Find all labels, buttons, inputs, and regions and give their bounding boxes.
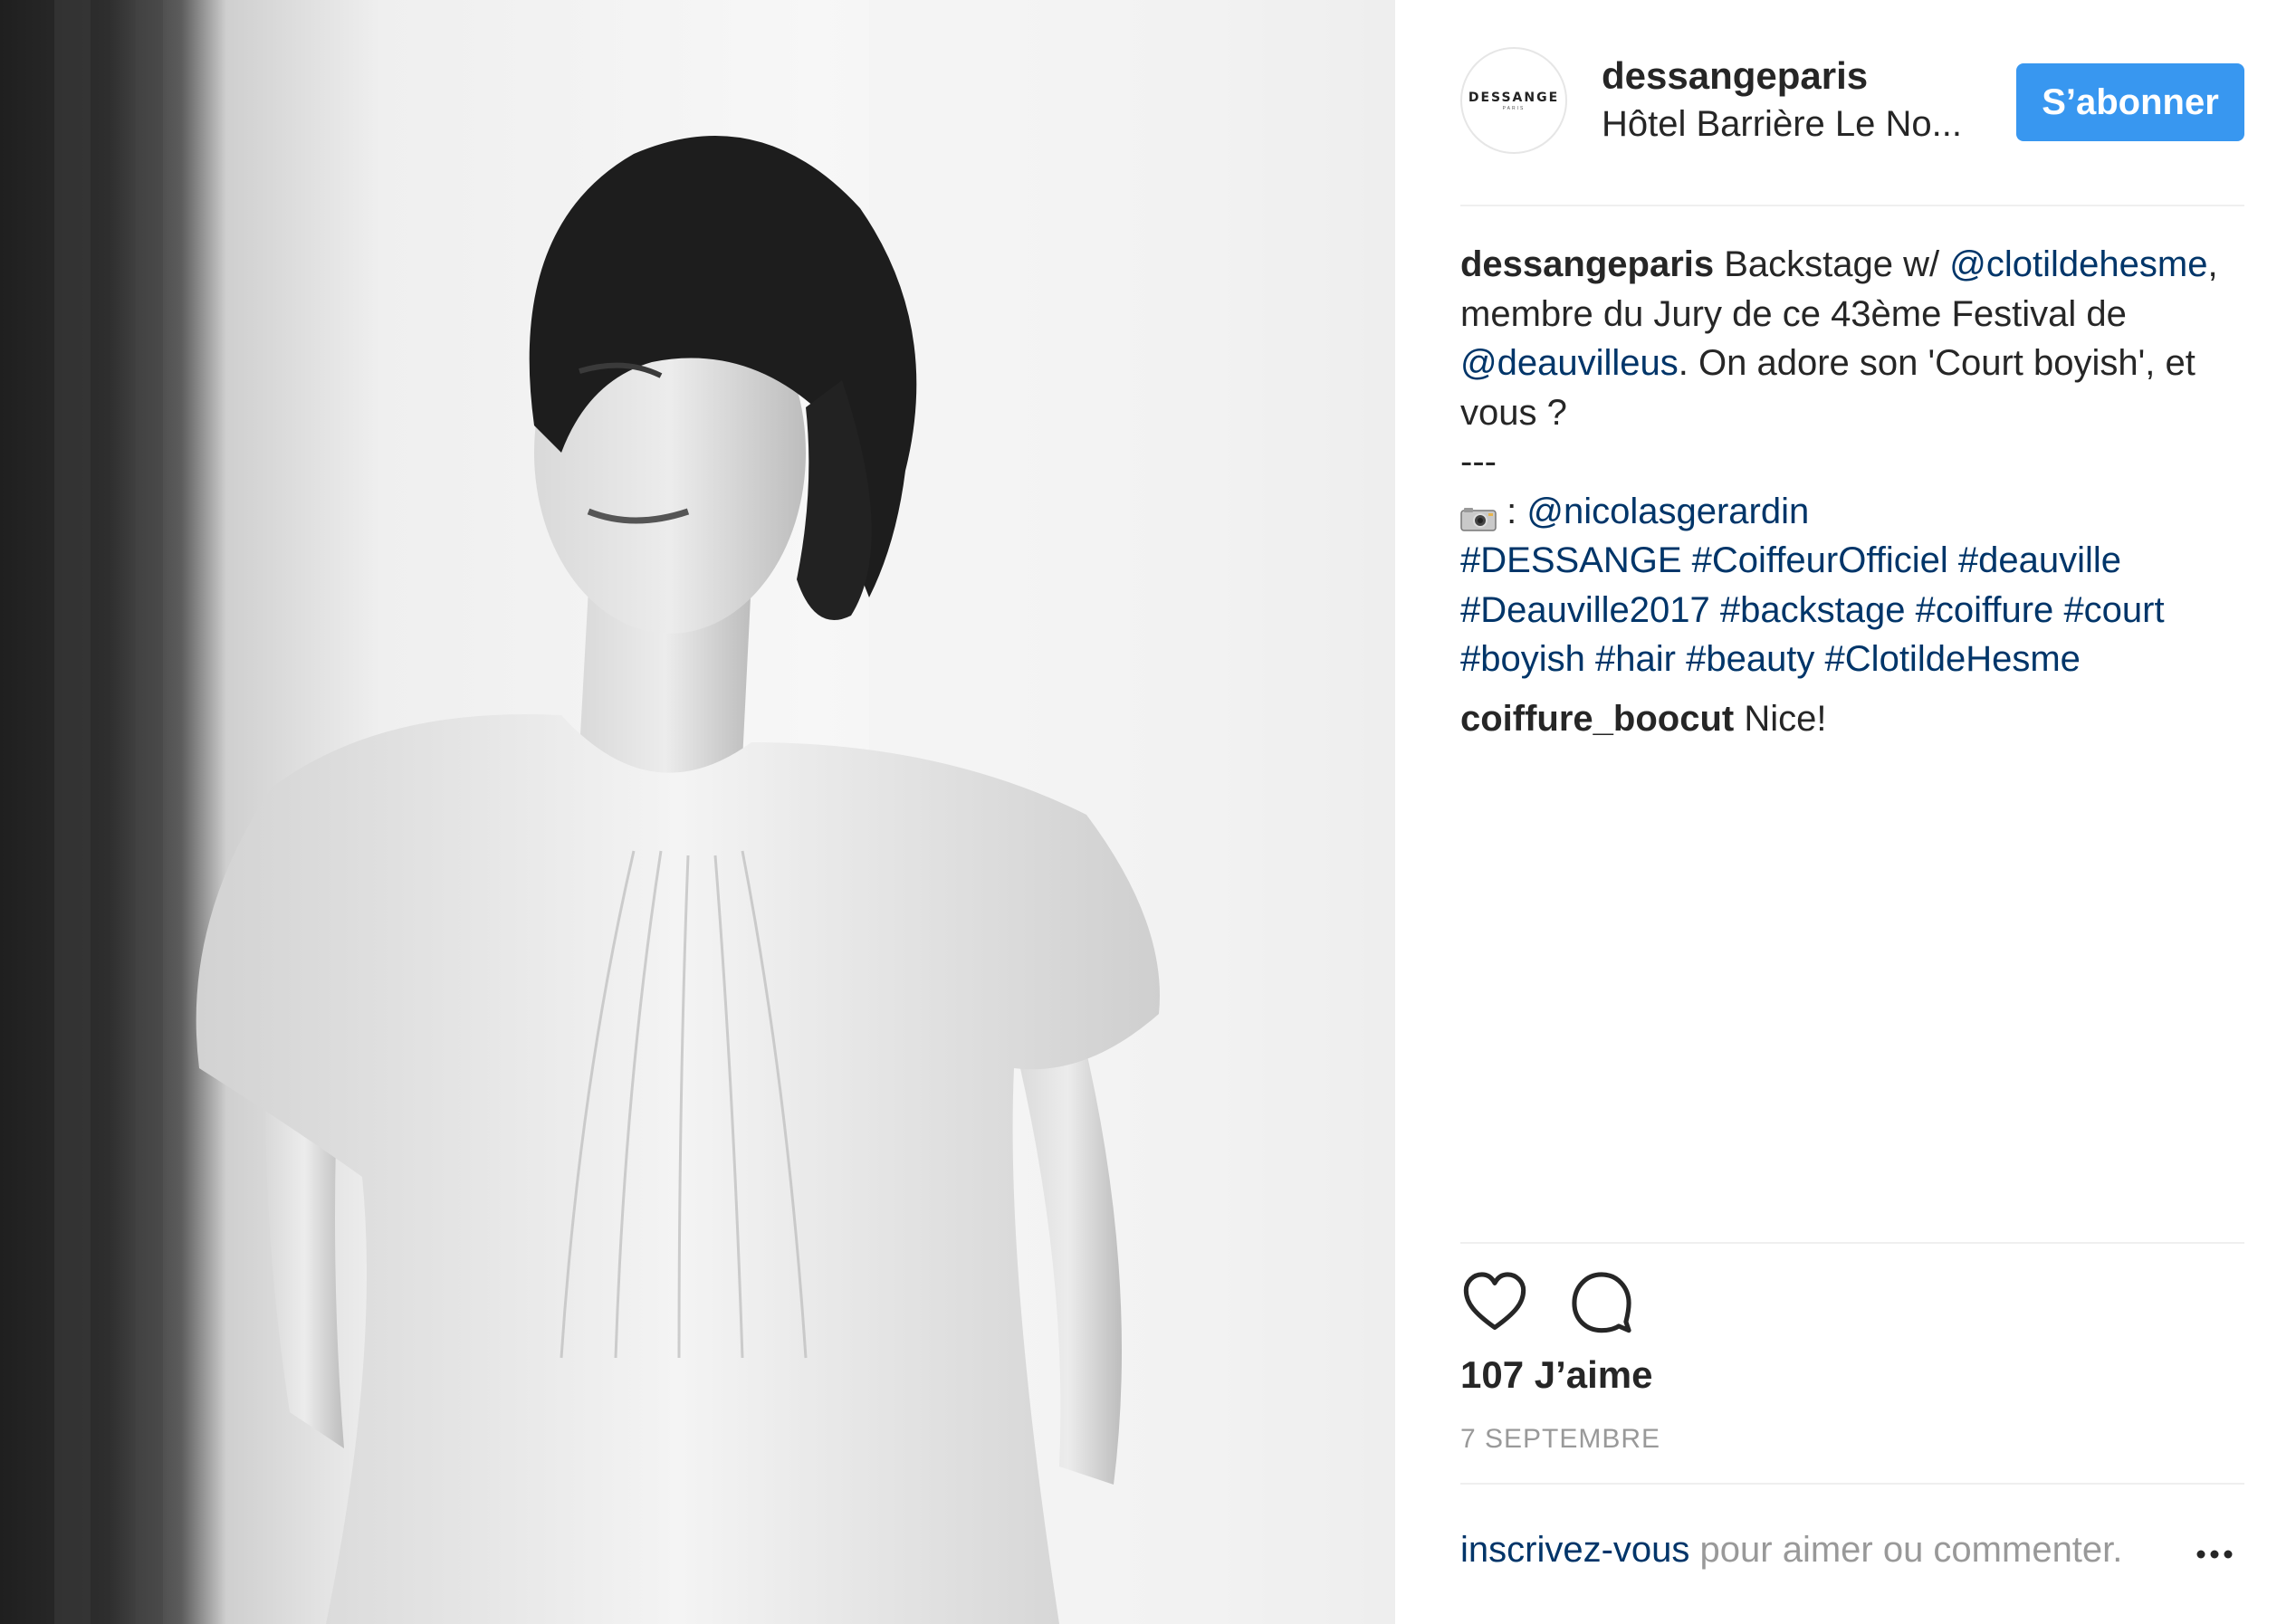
caption-separator: --- [1460, 442, 1497, 482]
hashtag[interactable]: #deauville [1958, 540, 2121, 580]
caption-text-1: Backstage w/ [1714, 244, 1950, 284]
comment-item: coiffure_boocut Nice! [1460, 699, 1826, 740]
portrait-image [54, 0, 1395, 1624]
footer-divider [1460, 1483, 2244, 1485]
comment-text: Nice! [1734, 699, 1827, 739]
hashtag[interactable]: #boyish [1460, 639, 1585, 679]
login-prompt: inscrivez-vous pour aimer ou commenter. [1460, 1530, 2122, 1571]
login-prompt-text: pour aimer ou commenter. [1689, 1530, 2123, 1570]
hashtag[interactable]: #ClotildeHesme [1825, 639, 2081, 679]
post-caption: dessangeparis Backstage w/ @clotildehesm… [1460, 240, 2244, 684]
post-sidebar: DESSANGE PARIS dessangeparis Hôtel Barri… [1395, 0, 2296, 1624]
photo-credit-separator: : [1497, 491, 1527, 531]
avatar[interactable]: DESSANGE PARIS [1460, 47, 1567, 154]
camera-emoji-icon [1460, 495, 1497, 531]
mention-deauvilleus[interactable]: @deauvilleus [1460, 343, 1679, 383]
more-options-icon[interactable] [2192, 1541, 2237, 1568]
post-photo [0, 0, 1395, 1624]
likes-count[interactable]: 107 J’aime [1460, 1353, 1653, 1397]
heart-icon[interactable] [1460, 1267, 1529, 1336]
hashtag[interactable]: #CoiffeurOfficiel [1692, 540, 1948, 580]
mention-clotildehesme[interactable]: @clotildehesme [1949, 244, 2207, 284]
avatar-brand: DESSANGE [1468, 90, 1560, 105]
signup-link[interactable]: inscrivez-vous [1460, 1530, 1689, 1570]
mention-nicolasgerardin[interactable]: @nicolasgerardin [1526, 492, 1809, 531]
hashtag[interactable]: #DESSANGE [1460, 540, 1682, 580]
username-link[interactable]: dessangeparis [1602, 54, 1868, 98]
speech-bubble-icon[interactable] [1567, 1267, 1636, 1336]
hashtag[interactable]: #backstage [1720, 590, 1906, 630]
post-date[interactable]: 7 SEPTEMBRE [1460, 1424, 1660, 1455]
hashtag[interactable]: #court [2063, 590, 2164, 630]
hashtag[interactable]: #coiffure [1916, 590, 2054, 630]
avatar-brand-sub: PARIS [1502, 105, 1526, 111]
comment-author[interactable]: coiffure_boocut [1460, 699, 1734, 739]
header-divider [1460, 205, 2244, 206]
location-link[interactable]: Hôtel Barrière Le No... [1602, 104, 1962, 145]
hashtag[interactable]: #Deauville2017 [1460, 590, 1710, 630]
follow-button[interactable]: S’abonner [2016, 63, 2244, 141]
caption-author[interactable]: dessangeparis [1460, 244, 1714, 284]
hashtag[interactable]: #hair [1595, 639, 1676, 679]
hashtag[interactable]: #beauty [1686, 639, 1814, 679]
actions-divider [1460, 1242, 2244, 1244]
